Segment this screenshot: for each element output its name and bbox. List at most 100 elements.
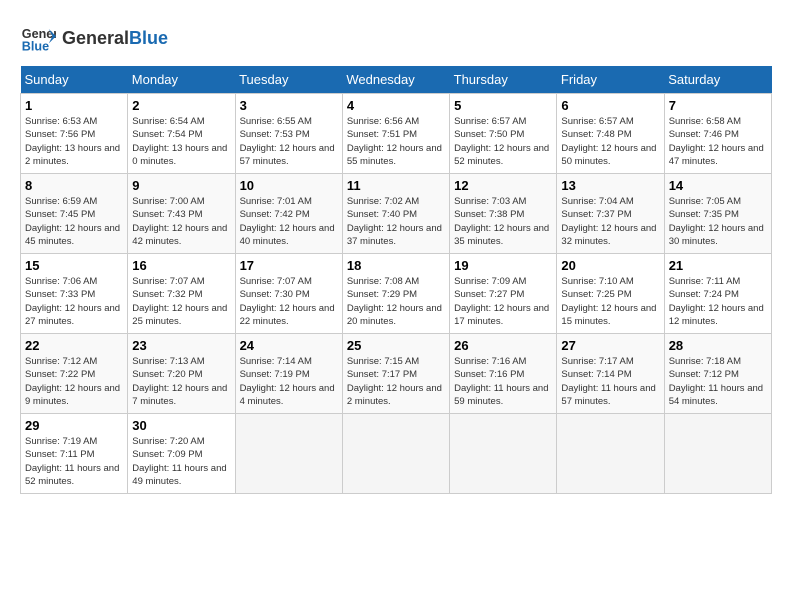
day-number: 11 [347,178,445,193]
day-info: Sunrise: 6:59 AM Sunset: 7:45 PM Dayligh… [25,195,123,248]
logo: General Blue GeneralBlue [20,20,168,56]
calendar-day: 7 Sunrise: 6:58 AM Sunset: 7:46 PM Dayli… [664,94,771,174]
day-info: Sunrise: 7:14 AM Sunset: 7:19 PM Dayligh… [240,355,338,408]
calendar-day: 20 Sunrise: 7:10 AM Sunset: 7:25 PM Dayl… [557,254,664,334]
day-info: Sunrise: 7:00 AM Sunset: 7:43 PM Dayligh… [132,195,230,248]
day-number: 3 [240,98,338,113]
calendar-day: 3 Sunrise: 6:55 AM Sunset: 7:53 PM Dayli… [235,94,342,174]
day-info: Sunrise: 6:58 AM Sunset: 7:46 PM Dayligh… [669,115,767,168]
day-header-thursday: Thursday [450,66,557,94]
day-header-saturday: Saturday [664,66,771,94]
svg-text:Blue: Blue [22,40,49,54]
logo-icon: General Blue [20,20,56,56]
day-number: 24 [240,338,338,353]
calendar-day: 26 Sunrise: 7:16 AM Sunset: 7:16 PM Dayl… [450,334,557,414]
day-info: Sunrise: 7:02 AM Sunset: 7:40 PM Dayligh… [347,195,445,248]
calendar-day: 17 Sunrise: 7:07 AM Sunset: 7:30 PM Dayl… [235,254,342,334]
day-number: 4 [347,98,445,113]
calendar-day: 29 Sunrise: 7:19 AM Sunset: 7:11 PM Dayl… [21,414,128,494]
calendar-day: 8 Sunrise: 6:59 AM Sunset: 7:45 PM Dayli… [21,174,128,254]
calendar-day: 22 Sunrise: 7:12 AM Sunset: 7:22 PM Dayl… [21,334,128,414]
calendar-day: 11 Sunrise: 7:02 AM Sunset: 7:40 PM Dayl… [342,174,449,254]
day-number: 6 [561,98,659,113]
day-number: 27 [561,338,659,353]
day-number: 1 [25,98,123,113]
day-number: 20 [561,258,659,273]
day-header-friday: Friday [557,66,664,94]
calendar-day: 10 Sunrise: 7:01 AM Sunset: 7:42 PM Dayl… [235,174,342,254]
calendar-day: 1 Sunrise: 6:53 AM Sunset: 7:56 PM Dayli… [21,94,128,174]
day-info: Sunrise: 6:55 AM Sunset: 7:53 PM Dayligh… [240,115,338,168]
day-number: 18 [347,258,445,273]
day-info: Sunrise: 7:09 AM Sunset: 7:27 PM Dayligh… [454,275,552,328]
calendar-day: 15 Sunrise: 7:06 AM Sunset: 7:33 PM Dayl… [21,254,128,334]
calendar-day [450,414,557,494]
day-info: Sunrise: 7:10 AM Sunset: 7:25 PM Dayligh… [561,275,659,328]
calendar-day: 4 Sunrise: 6:56 AM Sunset: 7:51 PM Dayli… [342,94,449,174]
day-number: 2 [132,98,230,113]
day-number: 29 [25,418,123,433]
day-info: Sunrise: 7:18 AM Sunset: 7:12 PM Dayligh… [669,355,767,408]
calendar-day: 23 Sunrise: 7:13 AM Sunset: 7:20 PM Dayl… [128,334,235,414]
day-number: 21 [669,258,767,273]
day-number: 12 [454,178,552,193]
calendar-day: 19 Sunrise: 7:09 AM Sunset: 7:27 PM Dayl… [450,254,557,334]
calendar-day [664,414,771,494]
day-info: Sunrise: 6:57 AM Sunset: 7:48 PM Dayligh… [561,115,659,168]
calendar-week-5: 29 Sunrise: 7:19 AM Sunset: 7:11 PM Dayl… [21,414,772,494]
day-number: 9 [132,178,230,193]
calendar-day: 28 Sunrise: 7:18 AM Sunset: 7:12 PM Dayl… [664,334,771,414]
day-number: 19 [454,258,552,273]
calendar-day [557,414,664,494]
day-number: 15 [25,258,123,273]
calendar-table: SundayMondayTuesdayWednesdayThursdayFrid… [20,66,772,494]
day-info: Sunrise: 7:15 AM Sunset: 7:17 PM Dayligh… [347,355,445,408]
day-number: 26 [454,338,552,353]
calendar-day: 5 Sunrise: 6:57 AM Sunset: 7:50 PM Dayli… [450,94,557,174]
day-info: Sunrise: 6:53 AM Sunset: 7:56 PM Dayligh… [25,115,123,168]
day-info: Sunrise: 7:16 AM Sunset: 7:16 PM Dayligh… [454,355,552,408]
day-header-wednesday: Wednesday [342,66,449,94]
calendar-day [235,414,342,494]
day-number: 23 [132,338,230,353]
day-number: 5 [454,98,552,113]
day-number: 30 [132,418,230,433]
calendar-week-2: 8 Sunrise: 6:59 AM Sunset: 7:45 PM Dayli… [21,174,772,254]
calendar-day: 12 Sunrise: 7:03 AM Sunset: 7:38 PM Dayl… [450,174,557,254]
calendar-week-3: 15 Sunrise: 7:06 AM Sunset: 7:33 PM Dayl… [21,254,772,334]
day-info: Sunrise: 7:08 AM Sunset: 7:29 PM Dayligh… [347,275,445,328]
day-info: Sunrise: 7:17 AM Sunset: 7:14 PM Dayligh… [561,355,659,408]
day-info: Sunrise: 7:20 AM Sunset: 7:09 PM Dayligh… [132,435,230,488]
day-number: 22 [25,338,123,353]
day-number: 25 [347,338,445,353]
day-header-monday: Monday [128,66,235,94]
day-number: 17 [240,258,338,273]
day-info: Sunrise: 6:56 AM Sunset: 7:51 PM Dayligh… [347,115,445,168]
day-info: Sunrise: 6:54 AM Sunset: 7:54 PM Dayligh… [132,115,230,168]
day-info: Sunrise: 7:19 AM Sunset: 7:11 PM Dayligh… [25,435,123,488]
day-number: 7 [669,98,767,113]
day-header-tuesday: Tuesday [235,66,342,94]
calendar-day: 18 Sunrise: 7:08 AM Sunset: 7:29 PM Dayl… [342,254,449,334]
calendar-day: 25 Sunrise: 7:15 AM Sunset: 7:17 PM Dayl… [342,334,449,414]
day-info: Sunrise: 6:57 AM Sunset: 7:50 PM Dayligh… [454,115,552,168]
calendar-day: 14 Sunrise: 7:05 AM Sunset: 7:35 PM Dayl… [664,174,771,254]
day-info: Sunrise: 7:11 AM Sunset: 7:24 PM Dayligh… [669,275,767,328]
calendar-day: 16 Sunrise: 7:07 AM Sunset: 7:32 PM Dayl… [128,254,235,334]
calendar-day: 30 Sunrise: 7:20 AM Sunset: 7:09 PM Dayl… [128,414,235,494]
calendar-header-row: SundayMondayTuesdayWednesdayThursdayFrid… [21,66,772,94]
day-info: Sunrise: 7:07 AM Sunset: 7:32 PM Dayligh… [132,275,230,328]
day-number: 13 [561,178,659,193]
day-number: 28 [669,338,767,353]
day-number: 8 [25,178,123,193]
day-info: Sunrise: 7:03 AM Sunset: 7:38 PM Dayligh… [454,195,552,248]
day-info: Sunrise: 7:01 AM Sunset: 7:42 PM Dayligh… [240,195,338,248]
calendar-day [342,414,449,494]
day-info: Sunrise: 7:04 AM Sunset: 7:37 PM Dayligh… [561,195,659,248]
day-info: Sunrise: 7:13 AM Sunset: 7:20 PM Dayligh… [132,355,230,408]
day-number: 16 [132,258,230,273]
day-info: Sunrise: 7:06 AM Sunset: 7:33 PM Dayligh… [25,275,123,328]
calendar-week-1: 1 Sunrise: 6:53 AM Sunset: 7:56 PM Dayli… [21,94,772,174]
calendar-week-4: 22 Sunrise: 7:12 AM Sunset: 7:22 PM Dayl… [21,334,772,414]
calendar-day: 2 Sunrise: 6:54 AM Sunset: 7:54 PM Dayli… [128,94,235,174]
